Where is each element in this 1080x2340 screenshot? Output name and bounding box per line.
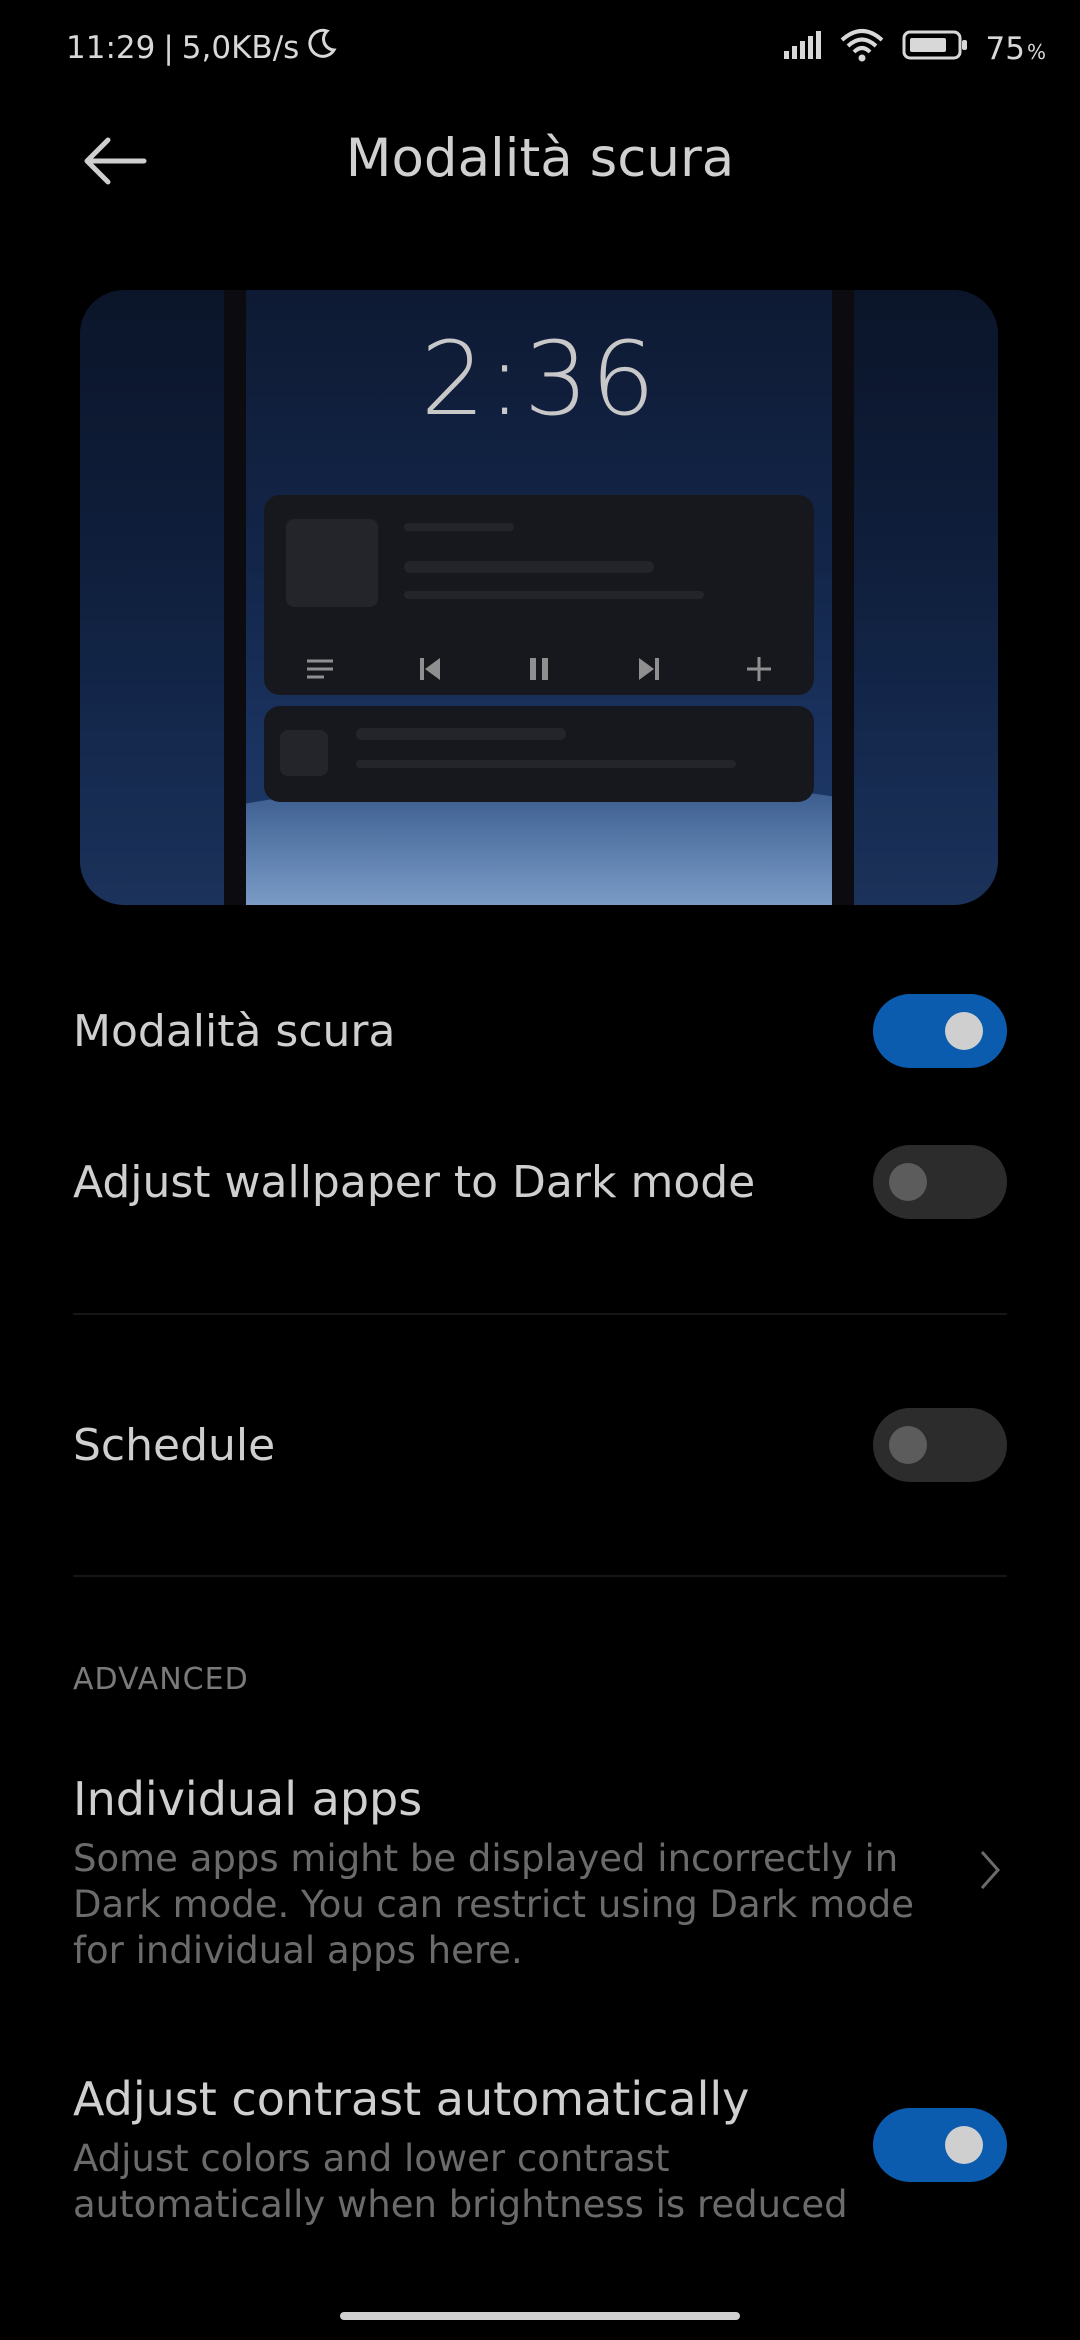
plus-icon (747, 657, 771, 681)
moon-icon (307, 28, 337, 68)
adjust-wallpaper-label: Adjust wallpaper to Dark mode (73, 1157, 756, 1208)
toggle-knob (945, 2126, 983, 2164)
adjust-contrast-description: Adjust colors and lower contrast automat… (73, 2137, 848, 2226)
chevron-right-icon (980, 1851, 1001, 1889)
divider (73, 1575, 1007, 1577)
schedule-toggle[interactable] (873, 1408, 1007, 1482)
network-speed: 5,0KB/s (181, 30, 300, 66)
preview-line (404, 523, 514, 531)
toggle-knob (889, 1163, 927, 1201)
dark-mode-preview: 2:36 (80, 290, 998, 905)
pause-icon (530, 658, 548, 680)
dark-mode-label: Modalità scura (73, 1006, 396, 1057)
divider (73, 1313, 1007, 1315)
preview-line (356, 728, 566, 740)
toggle-knob (945, 1012, 983, 1050)
status-bar-right: 75% (782, 28, 1046, 70)
preview-line (356, 760, 736, 768)
individual-apps-item[interactable]: Individual apps Some apps might be displ… (0, 1760, 1080, 1990)
preview-notification-card (264, 706, 814, 802)
individual-apps-title: Individual apps (73, 1772, 423, 1826)
preview-clock: 2:36 (420, 320, 658, 439)
status-separator: | (163, 30, 174, 66)
wifi-icon (840, 28, 884, 70)
page-title: Modalità scura (345, 128, 735, 189)
status-time: 11:29 (66, 30, 156, 66)
toggle-knob (889, 1426, 927, 1464)
preview-media-card (264, 495, 814, 695)
previous-icon (420, 658, 440, 680)
adjust-wallpaper-toggle[interactable] (873, 1145, 1007, 1219)
list-icon (307, 659, 333, 679)
home-indicator[interactable] (340, 2312, 740, 2320)
battery-icon (902, 29, 968, 69)
preview-media-controls (264, 645, 814, 693)
status-bar-left: 11:29 | 5,0KB/s (66, 28, 337, 68)
adjust-contrast-toggle[interactable] (873, 2108, 1007, 2182)
individual-apps-description: Some apps might be displayed incorrectly… (73, 1837, 915, 1972)
adjust-contrast-title: Adjust contrast automatically (73, 2072, 750, 2126)
dark-mode-toggle[interactable] (873, 994, 1007, 1068)
advanced-section-header: ADVANCED (73, 1662, 249, 1697)
preview-album-art (286, 519, 378, 607)
signal-icon (782, 31, 822, 67)
preview-line (404, 561, 654, 573)
preview-line (404, 591, 704, 599)
next-icon (639, 658, 659, 680)
schedule-label: Schedule (73, 1420, 276, 1471)
battery-level: 75% (985, 31, 1046, 67)
preview-app-icon (280, 730, 328, 776)
